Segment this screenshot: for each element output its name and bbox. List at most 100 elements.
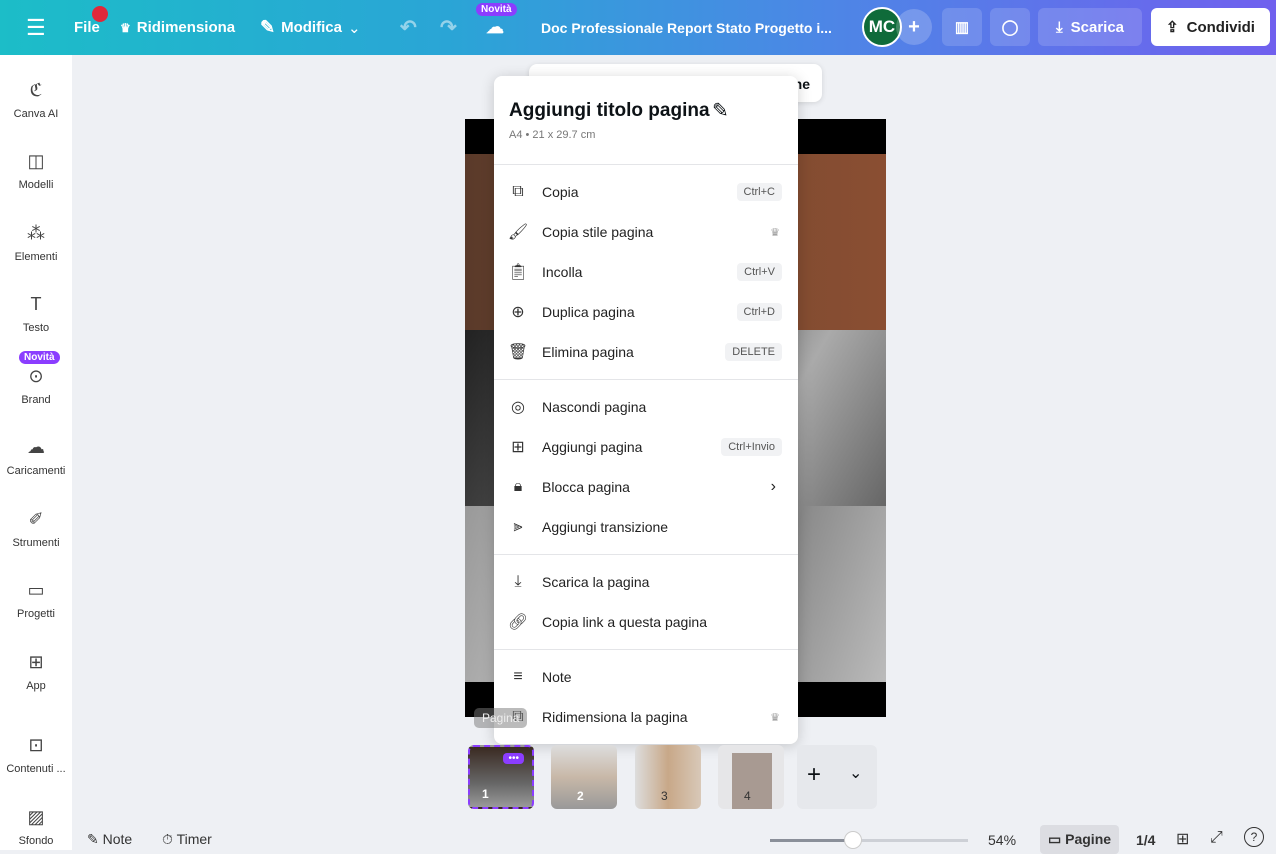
add-page-button[interactable]: + <box>807 761 821 789</box>
page-thumbnail-3[interactable]: 3 <box>635 745 701 809</box>
menu-label: Elimina pagina <box>542 344 634 360</box>
menu-item-lock[interactable]: 🔒︎ Blocca pagina › <box>494 469 798 505</box>
edit-menu[interactable]: ✎ Modifica ⌄ <box>260 0 361 55</box>
elements-icon: ⁂ <box>27 223 45 243</box>
menu-item-resize-page[interactable]: ⧉Ridimensiona la pagina♛ <box>494 699 798 735</box>
help-icon[interactable]: ? <box>1244 827 1264 847</box>
edit-label: Modifica <box>281 19 342 36</box>
sidebar-item-text[interactable]: T Testo <box>0 294 72 334</box>
text-icon: T <box>30 294 42 314</box>
add-collaborator-button[interactable]: + <box>896 9 932 45</box>
sidebar-label: Caricamenti <box>6 465 66 477</box>
zoom-percent[interactable]: 54% <box>988 832 1016 848</box>
sidebar-label: App <box>26 680 46 692</box>
menu-item-duplicate[interactable]: ⊕ Duplica pagina Ctrl+D <box>494 294 798 330</box>
share-button[interactable]: ⇪ Condividi <box>1151 8 1270 46</box>
page-thumbnail-1[interactable]: ••• 1 <box>468 745 534 809</box>
add-page-icon: ⊞ <box>511 439 525 456</box>
paint-roller-icon: 🖌 <box>507 224 529 241</box>
eye-off-icon: ◎ <box>511 399 525 416</box>
new-badge: Novità <box>19 351 60 364</box>
analytics-button[interactable]: ▥ <box>942 8 982 46</box>
zoom-slider-handle[interactable] <box>844 831 862 849</box>
menu-item-hide[interactable]: ◎ Nascondi pagina <box>494 389 798 425</box>
timer-label: Timer <box>176 831 212 847</box>
page-size: A4 • 21 x 29.7 cm <box>509 129 596 141</box>
add-page-group: + ⌄ <box>797 745 877 809</box>
resize-button[interactable]: ♛ Ridimensiona <box>120 0 235 55</box>
menu-item-copy-style[interactable]: 🖌 Copia stile pagina ♛ <box>494 214 798 250</box>
crown-icon: ♛ <box>770 711 780 724</box>
timer-button[interactable]: ⏱ Timer <box>162 831 212 848</box>
document-title[interactable]: Doc Professionale Report Stato Progetto … <box>541 0 832 55</box>
download-button[interactable]: ⤓ Scarica <box>1038 8 1142 46</box>
more-options-icon[interactable]: ••• <box>503 753 524 764</box>
sidebar-label: Sfondo <box>18 835 54 847</box>
menu-label: Aggiungi pagina <box>542 439 643 455</box>
menu-icon[interactable]: ☰ <box>26 0 46 55</box>
sidebar-item-brand[interactable]: ⊙ Brand <box>0 366 72 406</box>
menu-item-delete[interactable]: 🗑︎ Elimina pagina DELETE <box>494 334 798 370</box>
divider <box>494 554 798 555</box>
page-thumbnail-2[interactable]: 2 <box>551 745 617 809</box>
shortcut: DELETE <box>725 343 782 361</box>
menu-item-add-page[interactable]: ⊞ Aggiungi pagina Ctrl+Invio <box>494 429 798 465</box>
page-number: 2 <box>577 789 584 803</box>
sidebar-item-apps[interactable]: ⊞ App <box>0 652 72 692</box>
menu-item-transition[interactable]: ⫸ Aggiungi transizione <box>494 509 798 545</box>
comment-icon: ◯ <box>1001 19 1019 36</box>
copy-icon: ⧉ <box>512 183 524 200</box>
menu-label: Aggiungi transizione <box>542 519 669 535</box>
sidebar-item-uploads[interactable]: ☁ Caricamenti <box>0 437 72 477</box>
undo-button[interactable]: ↶ <box>400 0 417 55</box>
menu-item-paste[interactable]: 📋︎ Incolla Ctrl+V <box>494 254 798 290</box>
menu-item-notes[interactable]: ≡ Note <box>494 659 798 695</box>
sidebar-label: Elementi <box>14 251 58 263</box>
chart-icon: ▥ <box>954 19 970 36</box>
comments-button[interactable]: ◯ <box>990 8 1030 46</box>
sidebar-label: Progetti <box>17 608 55 620</box>
pencil-icon[interactable]: ✎ <box>712 98 729 123</box>
sidebar-item-elements[interactable]: ⁂ Elementi <box>0 223 72 263</box>
shortcut: Ctrl+Invio <box>721 438 782 456</box>
sidebar-item-tools[interactable]: ✐ Strumenti <box>0 509 72 549</box>
share-label: Condividi <box>1186 18 1255 36</box>
sidebar-label: Canva AI <box>13 108 59 120</box>
divider <box>494 649 798 650</box>
transition-icon: ⫸ <box>513 518 523 535</box>
background-icon: ▨ <box>27 807 45 827</box>
menu-item-copy[interactable]: ⧉ Copia Ctrl+C <box>494 174 798 210</box>
menu-label: Duplica pagina <box>542 304 635 320</box>
menu-item-copy-link[interactable]: 🔗︎ Copia link a questa pagina <box>494 604 798 640</box>
redo-button[interactable]: ↷ <box>440 0 457 55</box>
cloud-check-icon: ☁ <box>486 17 504 37</box>
sidebar-item-magic-media[interactable]: ⊡ Contenuti ... <box>0 735 72 775</box>
menu-label: Note <box>542 669 572 685</box>
menu-label: Ridimensiona la pagina <box>542 709 688 725</box>
page-count: 1/4 <box>1136 832 1156 848</box>
file-menu[interactable]: File <box>74 0 108 55</box>
chevron-down-icon: ⌄ <box>347 19 361 37</box>
chevron-down-icon[interactable]: ⌄ <box>849 763 862 783</box>
menu-label: Scarica la pagina <box>542 574 650 590</box>
fullscreen-icon[interactable]: ⤢ <box>1210 829 1223 847</box>
menu-label: Copia link a questa pagina <box>542 614 708 630</box>
zoom-slider[interactable] <box>770 831 968 849</box>
crown-icon: ♛ <box>120 20 131 35</box>
shortcut: Ctrl+C <box>736 183 782 201</box>
sidebar-item-templates[interactable]: ◫ Modelli <box>0 151 72 191</box>
grid-view-icon[interactable]: ⊞ <box>1176 829 1189 849</box>
document-title-text: Doc Professionale Report Stato Progetto … <box>541 19 832 36</box>
trash-icon: 🗑︎ <box>507 344 529 361</box>
sidebar-item-projects[interactable]: ▭ Progetti <box>0 580 72 620</box>
page-title-input[interactable]: Aggiungi titolo pagina <box>509 100 710 122</box>
notes-button[interactable]: ✎ Note <box>87 831 132 848</box>
sidebar-label: Strumenti <box>12 537 60 549</box>
sidebar-item-background[interactable]: ▨ Sfondo <box>0 807 72 847</box>
sidebar-item-canva-ai[interactable]: ℭ Canva AI <box>0 80 72 120</box>
notification-badge <box>92 6 108 22</box>
clipboard-icon: 📋︎ <box>507 264 529 281</box>
page-thumbnail-4[interactable]: 4 <box>718 745 784 809</box>
chevron-right-icon: › <box>770 478 776 495</box>
menu-item-download-page[interactable]: ⤓ Scarica la pagina <box>494 564 798 600</box>
